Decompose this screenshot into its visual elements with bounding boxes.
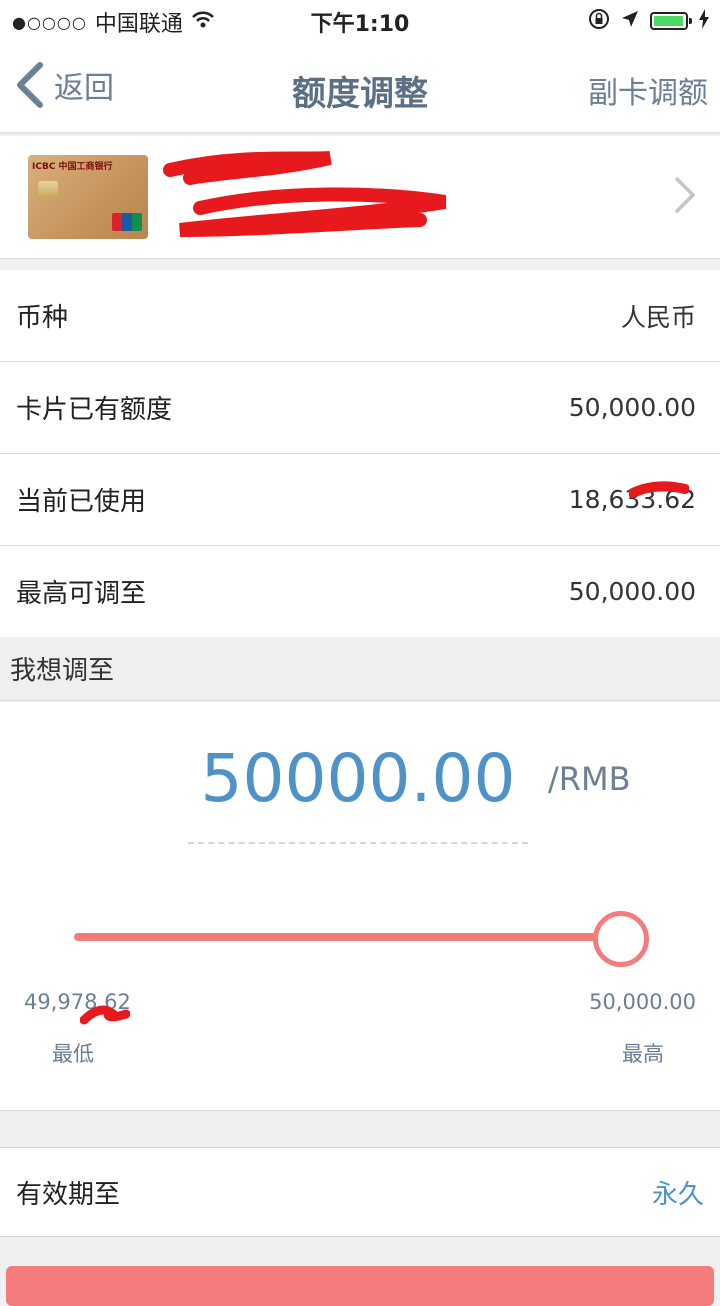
currency-label: 币种 (16, 303, 69, 333)
battery-icon (650, 12, 692, 30)
existing-limit-row: 卡片已有额度 50,000.00 (0, 362, 720, 454)
max-label: 最高 (622, 1042, 664, 1066)
max-adjustable-row: 最高可调至 50,000.00 (0, 546, 720, 638)
expiry-row[interactable]: 有效期至 永久 (0, 1147, 720, 1237)
submit-button[interactable] (6, 1266, 714, 1306)
currency-unit: /RMB (548, 760, 631, 798)
max-adjustable-label: 最高可调至 (16, 579, 147, 609)
redaction-mark (80, 1005, 130, 1025)
chevron-right-icon (675, 177, 696, 213)
max-adjustable-value: 50,000.00 (568, 577, 696, 606)
min-label: 最低 (52, 1042, 94, 1066)
expiry-value[interactable]: 永久 (652, 1174, 704, 1211)
supplementary-card-adjust-button[interactable]: 副卡调额 (588, 68, 708, 112)
max-value: 50,000.00 (589, 990, 696, 1014)
card-selector[interactable]: ICBC 中国工商银行 (0, 136, 720, 259)
battery-fill (654, 16, 683, 26)
unionpay-logo (112, 213, 142, 231)
used-amount-value: 18,633.62 (569, 481, 696, 514)
status-right (588, 8, 710, 34)
expiry-label: 有效期至 (16, 1179, 121, 1210)
status-bar: ●○○○○ 中国联通 下午1:10 (0, 0, 720, 40)
redaction-mark (163, 151, 447, 237)
navigation-bar: 返回 额度调整 副卡调额 (0, 40, 720, 134)
currency-row: 币种 人民币 (0, 270, 720, 362)
existing-limit-value: 50,000.00 (568, 393, 696, 422)
charging-icon (698, 9, 710, 33)
credit-card-image: ICBC 中国工商银行 (28, 155, 148, 239)
redaction-mark (628, 481, 689, 498)
chip-icon (38, 181, 58, 197)
used-amount-row: 当前已使用 18,633.62 (0, 454, 720, 546)
used-amount-label: 当前已使用 (16, 487, 147, 517)
amount-underline (188, 842, 528, 844)
adjust-section-header: 我想调至 (0, 637, 720, 701)
existing-limit-label: 卡片已有额度 (16, 395, 173, 425)
lock-rotation-icon (588, 8, 610, 34)
slider-thumb[interactable] (593, 911, 649, 967)
adjust-panel: 50000.00 /RMB 49,978.62 50,000.00 最低 最高 (0, 702, 720, 1111)
currency-value: 人民币 (620, 302, 696, 332)
location-arrow-icon (620, 9, 640, 33)
slider-track[interactable] (74, 933, 616, 941)
